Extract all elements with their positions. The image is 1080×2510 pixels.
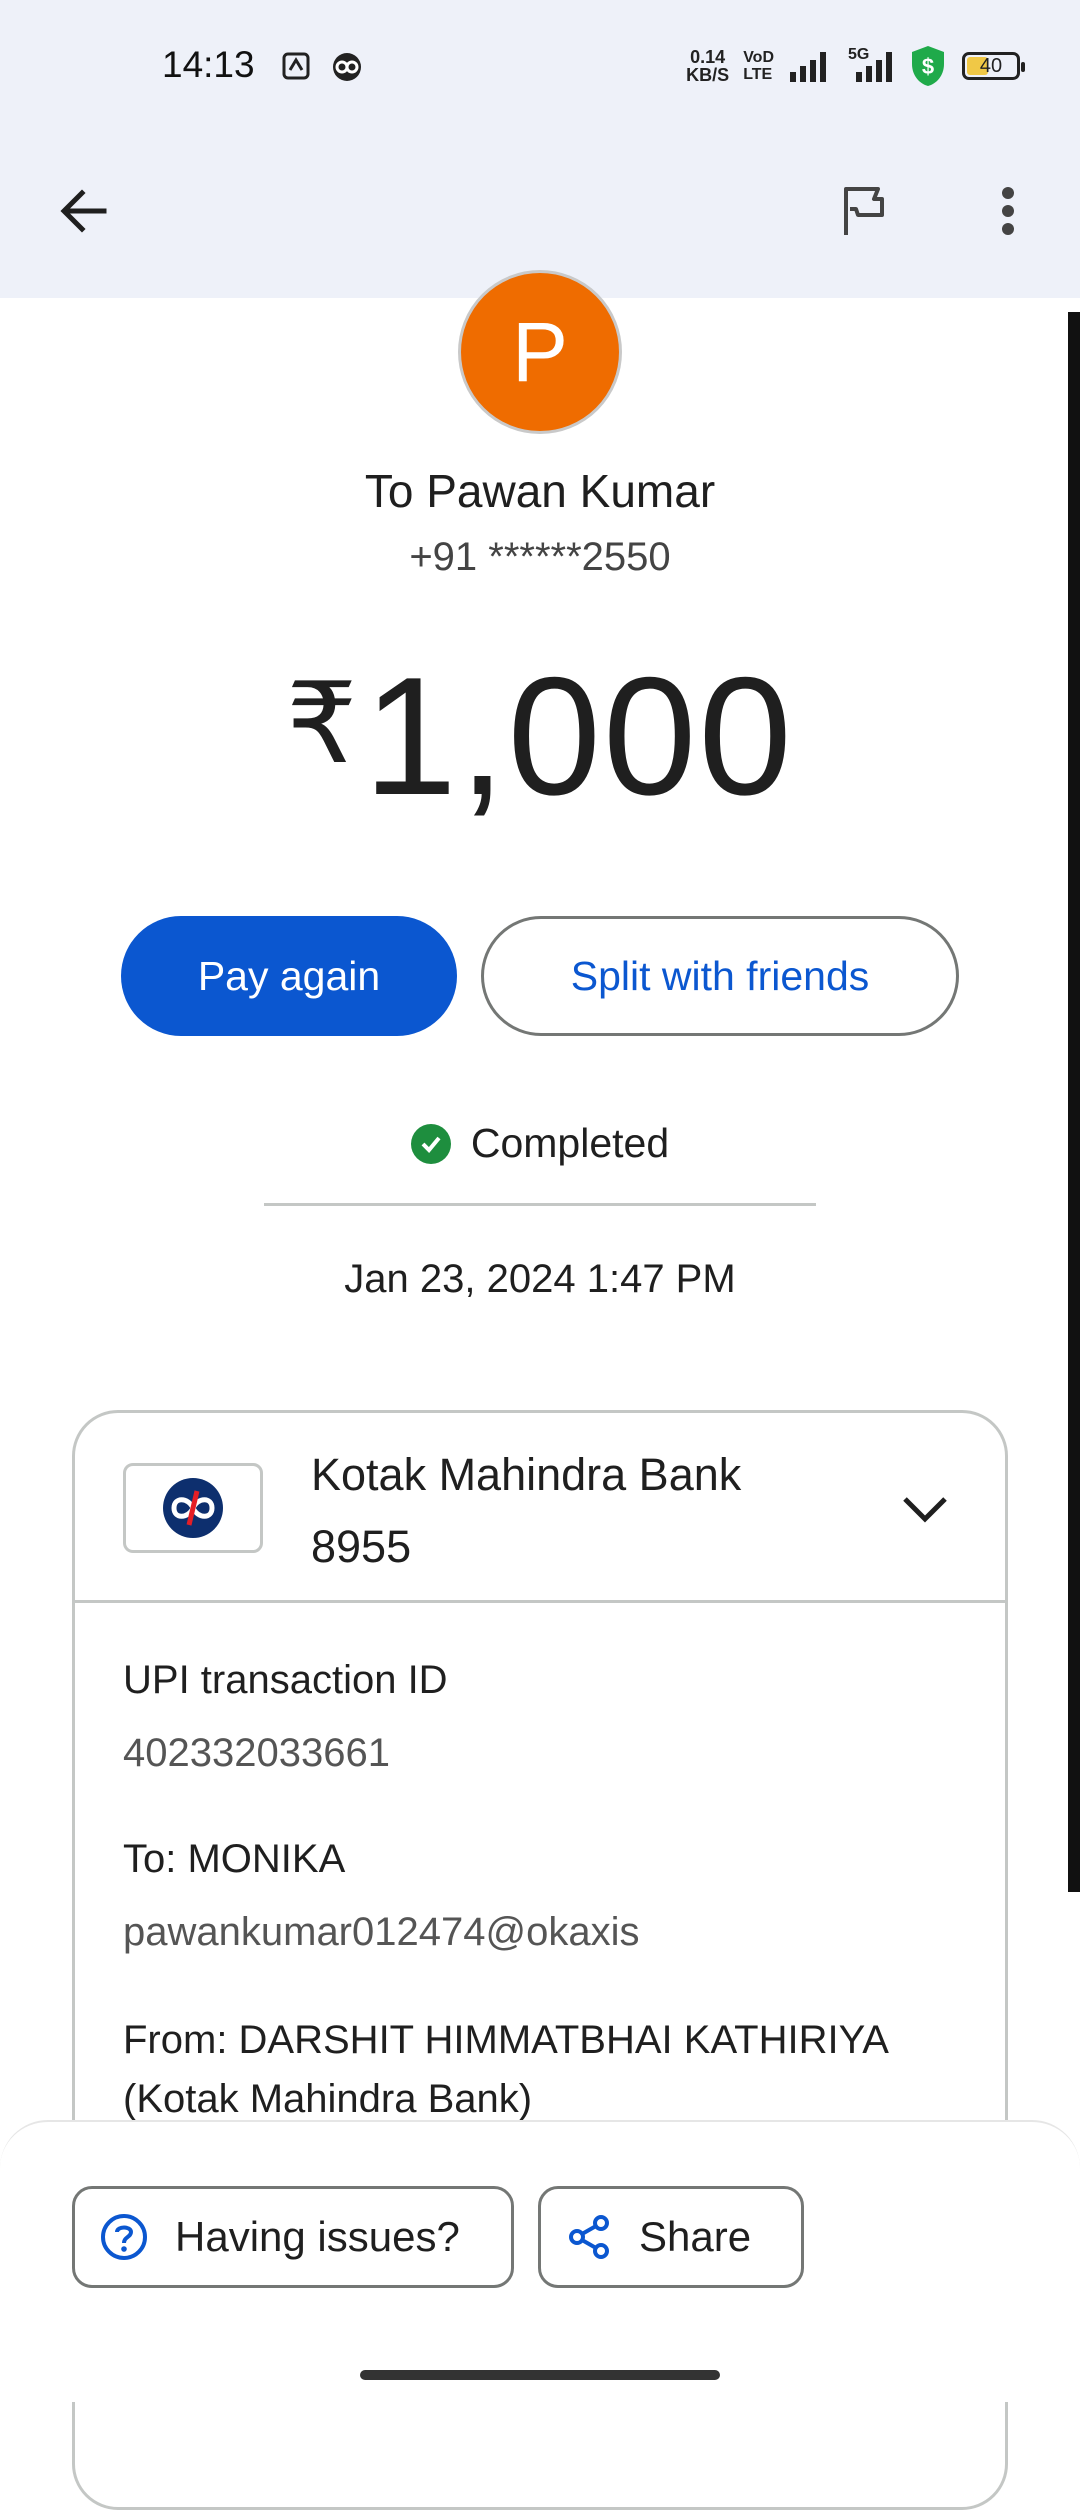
status-text: Completed	[470, 1120, 670, 1166]
upi-transaction-id-value: 402332033661	[123, 1731, 390, 1775]
kotak-bank-logo-icon	[123, 1463, 263, 1553]
currency-symbol: ₹	[286, 661, 360, 786]
pay-again-button[interactable]: Pay again	[121, 916, 457, 1036]
status-time: 14:13	[162, 44, 255, 85]
signal-5g-icon: 5G	[846, 46, 894, 82]
flag-icon[interactable]	[832, 179, 896, 243]
notification-icons	[280, 50, 364, 84]
chevron-down-icon[interactable]	[897, 1481, 953, 1537]
volte-indicator: VoD LTE	[743, 49, 774, 83]
check-circle-icon	[410, 1123, 451, 1164]
link-notification-icon	[333, 53, 361, 81]
divider	[264, 1203, 816, 1206]
to-upi-id: pawankumar012474@okaxis	[123, 1910, 640, 1954]
share-icon	[569, 2215, 609, 2259]
from-label: From: DARSHIT HIMMATBHAI KATHIRIYA	[123, 2018, 889, 2062]
having-issues-button[interactable]: Having issues?	[72, 2186, 514, 2288]
amount: ₹1,000	[0, 640, 1080, 833]
upi-transaction-id-label: UPI transaction ID	[123, 1658, 448, 1702]
avatar: P	[458, 270, 622, 434]
to-label: To: MONIKA	[123, 1837, 346, 1881]
split-with-friends-button[interactable]: Split with friends	[481, 916, 959, 1036]
amount-value: 1,000	[363, 642, 794, 830]
transaction-status: Completed	[0, 1120, 1080, 1167]
arrow-left-icon[interactable]	[52, 179, 116, 243]
account-last-digits: 8955	[311, 1521, 412, 1572]
net-speed: 0.14 KB/S	[686, 47, 730, 85]
share-button[interactable]: Share	[538, 2186, 804, 2288]
transaction-datetime: Jan 23, 2024 1:47 PM	[344, 1257, 736, 1301]
share-label: Share	[639, 2213, 752, 2260]
battery-indicator: 40	[962, 52, 1025, 80]
recipient-phone: +91 ******2550	[409, 535, 671, 579]
svg-text:$: $	[922, 54, 934, 79]
from-bank: (Kotak Mahindra Bank)	[123, 2077, 533, 2121]
signal-icon	[790, 52, 826, 82]
shield-dollar-icon: $	[912, 46, 944, 86]
bank-name: Kotak Mahindra Bank 8955	[311, 1439, 741, 1583]
help-circle-icon	[101, 2214, 147, 2260]
status-bar: 14:13 0.14 KB/S VoD LTE 5G $ 40	[0, 0, 1080, 135]
bank-account-header[interactable]: Kotak Mahindra Bank 8955	[75, 1413, 1005, 1603]
app-notification-icon	[282, 52, 310, 80]
recipient-name: To Pawan Kumar	[364, 465, 716, 517]
having-issues-label: Having issues?	[175, 2213, 460, 2260]
more-vert-icon[interactable]	[978, 179, 1038, 243]
home-indicator[interactable]	[360, 2370, 720, 2380]
system-status-icons: 0.14 KB/S VoD LTE 5G $ 40	[686, 44, 1025, 88]
